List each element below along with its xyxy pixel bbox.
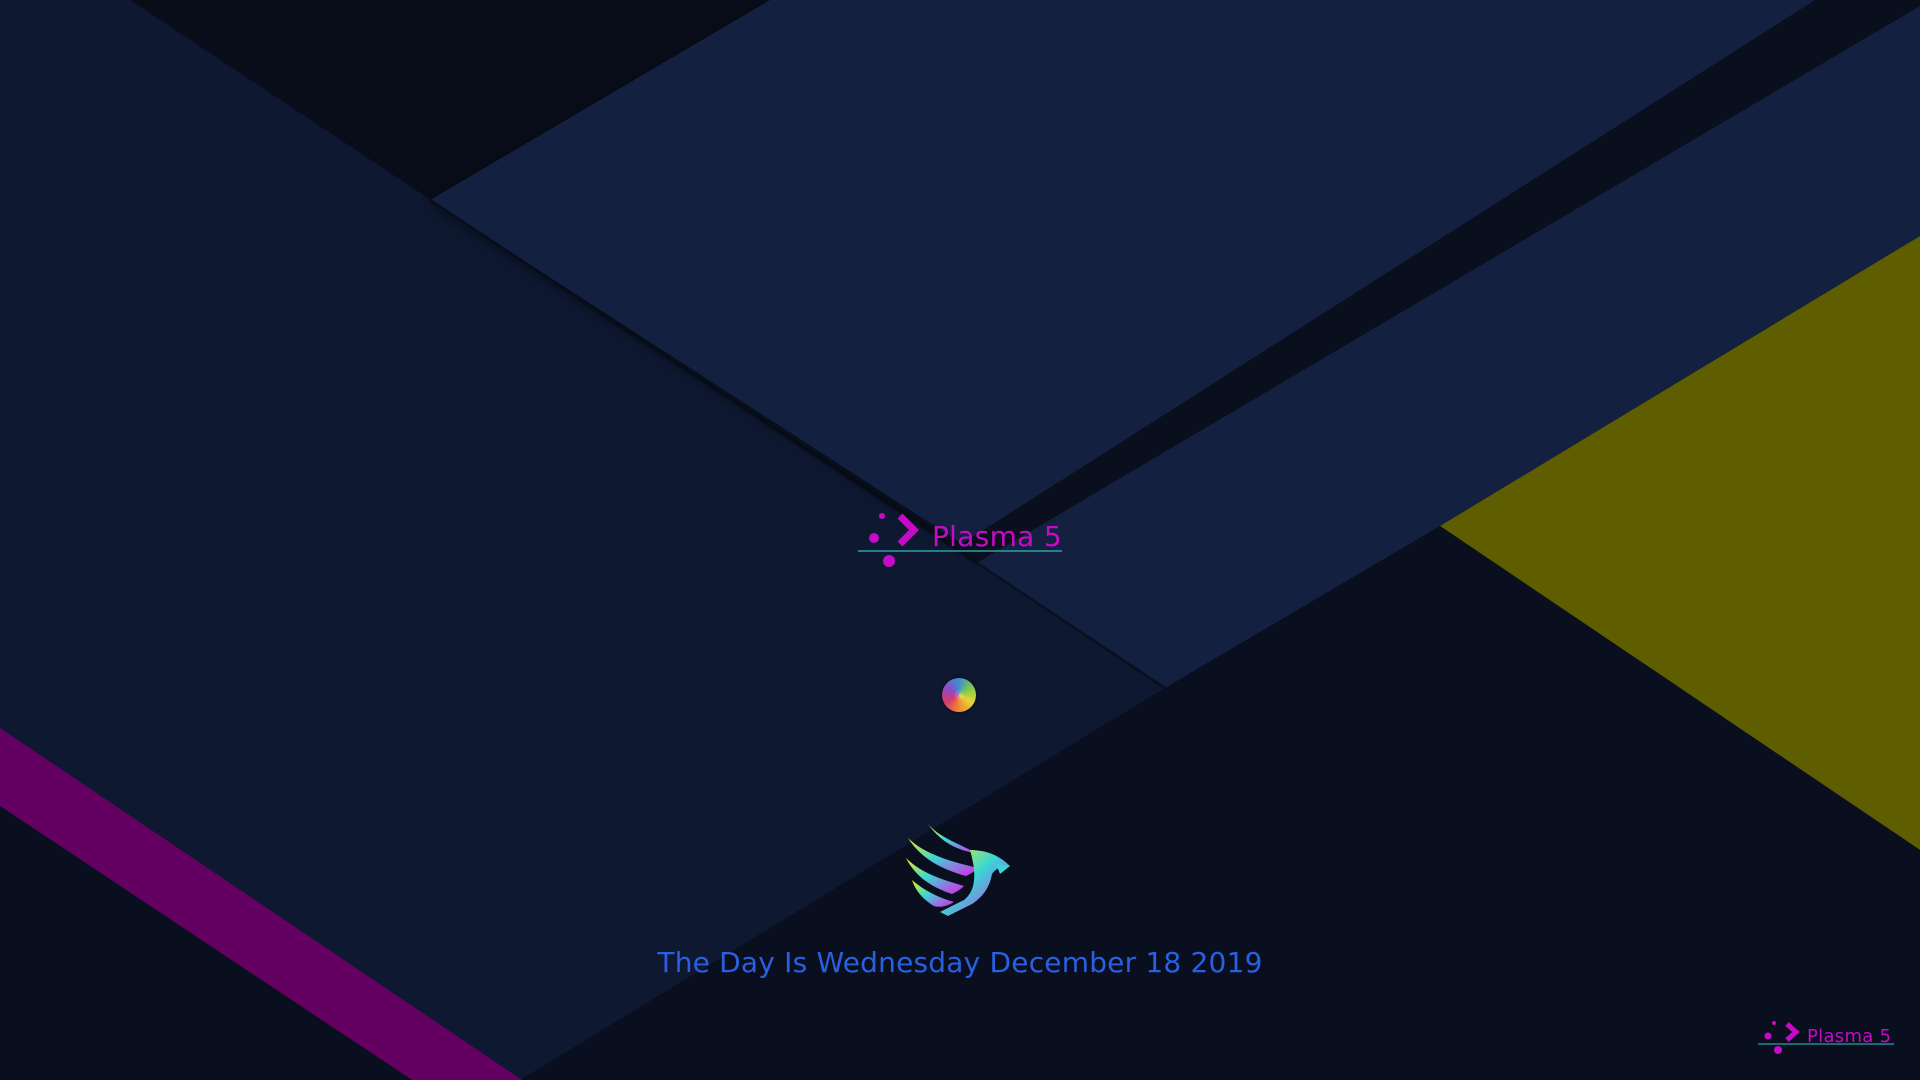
plasma-brand-label: Plasma 5 [932, 520, 1062, 553]
plasma-corner-label: Plasma 5 [1807, 1026, 1892, 1047]
date-text: The Day Is Wednesday December 18 2019 [657, 946, 1263, 979]
splash-screen: Plasma 5 The Day Is Wednesday December 1… [0, 0, 1920, 1080]
plasma-corner-logo: Plasma 5 [1758, 1018, 1894, 1054]
plasma-brand-logo: Plasma 5 [858, 508, 1062, 568]
busy-indicator-icon [942, 678, 976, 712]
winged-distro-logo-icon [906, 824, 1010, 916]
